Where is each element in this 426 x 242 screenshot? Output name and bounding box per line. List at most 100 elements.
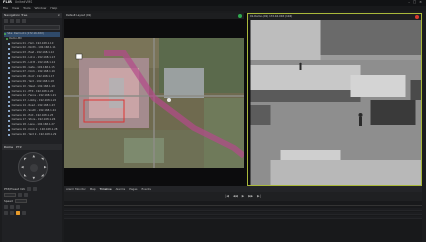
camera-icon: [8, 90, 11, 93]
camera-icon: [8, 110, 11, 113]
camera-icon: [8, 71, 11, 74]
site-icon: [6, 38, 8, 41]
maximize-icon[interactable]: □: [413, 0, 416, 4]
add-icon[interactable]: [4, 19, 8, 23]
minimize-icon[interactable]: –: [408, 0, 410, 4]
record-button[interactable]: [4, 211, 8, 215]
menu-tools[interactable]: Tools: [23, 7, 30, 10]
tab-alarm-monitor[interactable]: Alarm Monitor: [66, 187, 86, 191]
playback-controls: |◀ ◀◀ ▶ ▶▶ ▶|: [64, 192, 422, 201]
pan-left-icon[interactable]: ◀: [21, 165, 24, 169]
play-icon[interactable]: ▶: [242, 194, 244, 198]
menu-view[interactable]: View: [12, 7, 19, 10]
tree-item-label: Camera 10 - West - 192.168.1.19: [11, 84, 55, 88]
ptz-controls: PTZ/Preset Info Speed: [4, 186, 60, 216]
tree-item[interactable]: Camera 20 - Yard 2 - 192.168.1.29: [4, 133, 60, 138]
navigation-tree: Site: Demo-01 (172.16.XXX) Demo-MC Camera …: [2, 31, 62, 139]
remove-icon[interactable]: [10, 19, 14, 23]
camera-icon: [8, 52, 11, 55]
video-tile-map[interactable]: Default Layout (01): [64, 13, 244, 186]
timeline-row: [64, 212, 422, 215]
tab-ptz[interactable]: PTZ: [16, 145, 22, 149]
settings-icon[interactable]: [22, 19, 26, 23]
focus-near-button[interactable]: [18, 193, 22, 197]
menu-bar: File View Tools Window Help: [0, 6, 426, 11]
close-icon[interactable]: ×: [419, 0, 422, 4]
camera-icon: [8, 124, 11, 127]
tab-map[interactable]: Map: [90, 187, 96, 191]
tree-item-label: Camera 14 - Road - 192.168.1.23: [11, 104, 55, 108]
camera-icon: [8, 66, 11, 69]
zoom-out-button[interactable]: [33, 187, 38, 191]
tree-item-label: Camera 19 - Dock 2 - 192.168.1.28: [11, 128, 58, 132]
app-logo: FLIR: [3, 0, 12, 5]
focus-far-button[interactable]: [24, 193, 28, 197]
tab-dome[interactable]: Dome: [4, 145, 13, 149]
camera-icon: [8, 76, 11, 79]
tile-status-indicator: [238, 14, 242, 18]
timeline-row: [64, 216, 422, 219]
menu-window[interactable]: Window: [35, 7, 47, 10]
timeline-track[interactable]: [64, 201, 422, 242]
camera-icon: [8, 134, 11, 137]
tab-pages[interactable]: Pages: [129, 187, 137, 191]
camera-icon: [8, 129, 11, 132]
skip-end-icon[interactable]: ▶|: [257, 194, 261, 198]
menu-help[interactable]: Help: [50, 7, 57, 10]
iris-close-button[interactable]: [10, 205, 14, 209]
ptz-header: Dome PTZ: [2, 144, 62, 150]
pan-right-icon[interactable]: ▶: [44, 165, 47, 169]
pan-up-right-icon[interactable]: ◥: [41, 157, 44, 161]
camera-icon: [8, 57, 11, 60]
camera-icon: [8, 47, 11, 50]
tree-item-label: Site: Demo-01 (172.16.XXX): [7, 32, 44, 36]
pan-down-right-icon[interactable]: ◢: [41, 173, 44, 177]
panel-close-icon[interactable]: ×: [57, 14, 60, 17]
tree-item-label: Camera 17 - Store - 192.168.1.26: [11, 118, 56, 122]
tile-status-indicator: [415, 15, 419, 19]
tile-title: 01-Demo-(01) 172.16.XXX (104): [250, 14, 293, 18]
ptz-home-button[interactable]: [30, 164, 38, 172]
tree-item-label: Camera 09 - Yard - 192.168.1.18: [11, 80, 54, 84]
iris-open-button[interactable]: [4, 205, 8, 209]
camera-icon: [8, 81, 11, 84]
snapshot-button[interactable]: [10, 211, 14, 215]
pan-up-left-icon[interactable]: ◤: [24, 157, 27, 161]
skip-start-icon[interactable]: |◀: [225, 194, 229, 198]
speed-field[interactable]: [14, 199, 27, 203]
menu-file[interactable]: File: [3, 7, 8, 10]
camera-icon: [8, 86, 11, 89]
tree-item-label: Camera 11 - PTZ - 192.168.1.20: [11, 89, 54, 93]
rewind-icon[interactable]: ◀◀: [233, 194, 238, 198]
tile-title-bar: Default Layout (01): [64, 13, 244, 19]
camera-feed: [250, 20, 421, 185]
active-preset-button[interactable]: [16, 211, 20, 215]
tree-item-label: Camera 02 - North - 192.168.1.11: [11, 46, 56, 50]
preset-label: PTZ/Preset Info: [4, 186, 26, 191]
audio-button[interactable]: [22, 211, 26, 215]
tab-alarms[interactable]: Alarms: [116, 187, 126, 191]
preset-go-button[interactable]: [16, 205, 20, 209]
tree-item-label: Camera 16 - Exit - 192.168.1.25: [11, 113, 54, 117]
tree-item-label: Camera 20 - Yard 2 - 192.168.1.29: [11, 132, 57, 136]
preset-field[interactable]: [4, 193, 16, 197]
site-icon: [4, 33, 6, 36]
pan-up-icon[interactable]: ▲: [33, 154, 36, 158]
pan-down-icon[interactable]: ▼: [33, 176, 36, 180]
camera-icon: [8, 105, 11, 108]
navigation-search-input[interactable]: [4, 25, 60, 30]
tree-item-label: Camera 12 - Fence - 192.168.1.21: [11, 94, 56, 98]
ptz-joystick[interactable]: ▲ ▼ ◀ ▶ ◤ ◥ ◣ ◢: [18, 152, 48, 182]
fast-forward-icon[interactable]: ▶▶: [248, 194, 253, 198]
tab-timeline[interactable]: Timeline: [100, 187, 112, 191]
tree-item-label: Camera 06 - Gate - 192.168.1.15: [11, 65, 55, 69]
tab-events[interactable]: Events: [142, 187, 151, 191]
tree-item-label: Camera 18 - Lane - 192.168.1.27: [11, 123, 55, 127]
camera-icon: [8, 100, 11, 103]
pan-down-left-icon[interactable]: ◣: [24, 173, 27, 177]
tile-title: Default Layout (01): [66, 13, 92, 17]
tree-item-label: Camera 15 - South - 192.168.1.24: [11, 108, 56, 112]
video-tile-camera[interactable]: 01-Demo-(01) 172.16.XXX (104): [247, 13, 422, 186]
refresh-icon[interactable]: [16, 19, 20, 23]
zoom-in-button[interactable]: [27, 187, 32, 191]
